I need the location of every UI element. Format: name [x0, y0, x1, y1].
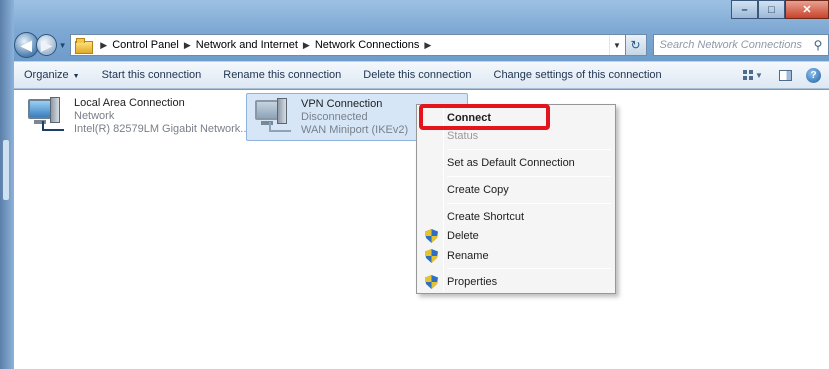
menu-item-properties[interactable]: Properties — [419, 272, 613, 292]
menu-separator — [447, 203, 611, 204]
connection-device: WAN Miniport (IKEv2) — [301, 124, 409, 136]
breadcrumb-chevron-icon[interactable]: ▶ — [100, 40, 107, 51]
menu-separator — [447, 149, 611, 150]
breadcrumb-chevron-icon[interactable]: ▶ — [303, 40, 310, 51]
delete-connection-button[interactable]: Delete this connection — [363, 69, 471, 81]
search-input[interactable]: Search Network Connections ⚲ — [652, 34, 829, 56]
start-connection-button[interactable]: Start this connection — [102, 69, 202, 81]
connection-status: Disconnected — [301, 111, 368, 123]
connection-name: Local Area Connection — [74, 97, 185, 109]
search-icon[interactable]: ⚲ — [808, 38, 828, 52]
vpn-adapter-icon — [253, 98, 293, 136]
menu-item-set-default[interactable]: Set as Default Connection — [419, 153, 613, 173]
organize-menu[interactable]: Organize ▼ — [24, 69, 80, 81]
breadcrumb-control-panel[interactable]: Control Panel — [112, 39, 179, 51]
menu-item-create-shortcut[interactable]: Create Shortcut — [419, 207, 613, 227]
connect-highlight-annotation — [419, 104, 550, 130]
window-left-edge — [0, 0, 14, 369]
menu-item-rename[interactable]: Rename — [419, 246, 613, 266]
recent-pages-dropdown-icon[interactable]: ▼ — [57, 41, 68, 50]
menu-item-create-copy[interactable]: Create Copy — [419, 180, 613, 200]
change-view-icon[interactable]: ▼ — [743, 68, 765, 82]
forward-button[interactable]: ▶ — [35, 34, 57, 56]
connection-device: Intel(R) 82579LM Gigabit Network... — [74, 123, 250, 135]
address-bar[interactable]: ▶ Control Panel ▶ Network and Internet ▶… — [70, 34, 626, 56]
context-menu: Connect Status Set as Default Connection… — [416, 104, 616, 294]
minimize-button[interactable]: – — [731, 0, 758, 19]
address-dropdown-icon[interactable]: ▼ — [608, 35, 625, 55]
search-placeholder: Search Network Connections — [659, 39, 802, 51]
change-settings-button[interactable]: Change settings of this connection — [494, 69, 662, 81]
help-icon[interactable]: ? — [806, 67, 821, 83]
uac-shield-icon — [425, 275, 438, 289]
network-adapter-icon — [26, 97, 66, 135]
menu-item-delete[interactable]: Delete — [419, 226, 613, 246]
menu-separator — [447, 268, 611, 269]
breadcrumb-network-and-internet[interactable]: Network and Internet — [196, 39, 298, 51]
maximize-button[interactable]: □ — [758, 0, 785, 19]
rename-connection-button[interactable]: Rename this connection — [223, 69, 341, 81]
uac-shield-icon — [425, 229, 438, 243]
breadcrumb-chevron-icon[interactable]: ▶ — [424, 40, 431, 51]
uac-shield-icon — [425, 249, 438, 263]
address-row: ◀ ▶ ▼ ▶ Control Panel ▶ Network and Inte… — [14, 30, 829, 60]
connection-status: Network — [74, 110, 115, 122]
control-panel-folder-icon — [75, 38, 94, 54]
connection-item-local-area[interactable]: Local Area Connection Network Intel(R) 8… — [20, 93, 250, 141]
chevron-down-icon: ▼ — [72, 73, 80, 80]
command-bar: Organize ▼ Start this connection Rename t… — [14, 61, 829, 89]
refresh-button[interactable]: ↻ — [625, 34, 647, 56]
menu-separator — [447, 176, 611, 177]
connection-name: VPN Connection — [301, 98, 383, 110]
close-button[interactable]: ✕ — [785, 0, 829, 19]
preview-pane-icon[interactable] — [779, 69, 792, 81]
breadcrumb-network-connections[interactable]: Network Connections — [315, 39, 420, 51]
breadcrumb-chevron-icon[interactable]: ▶ — [184, 40, 191, 51]
caption-buttons: – □ ✕ — [731, 0, 829, 19]
